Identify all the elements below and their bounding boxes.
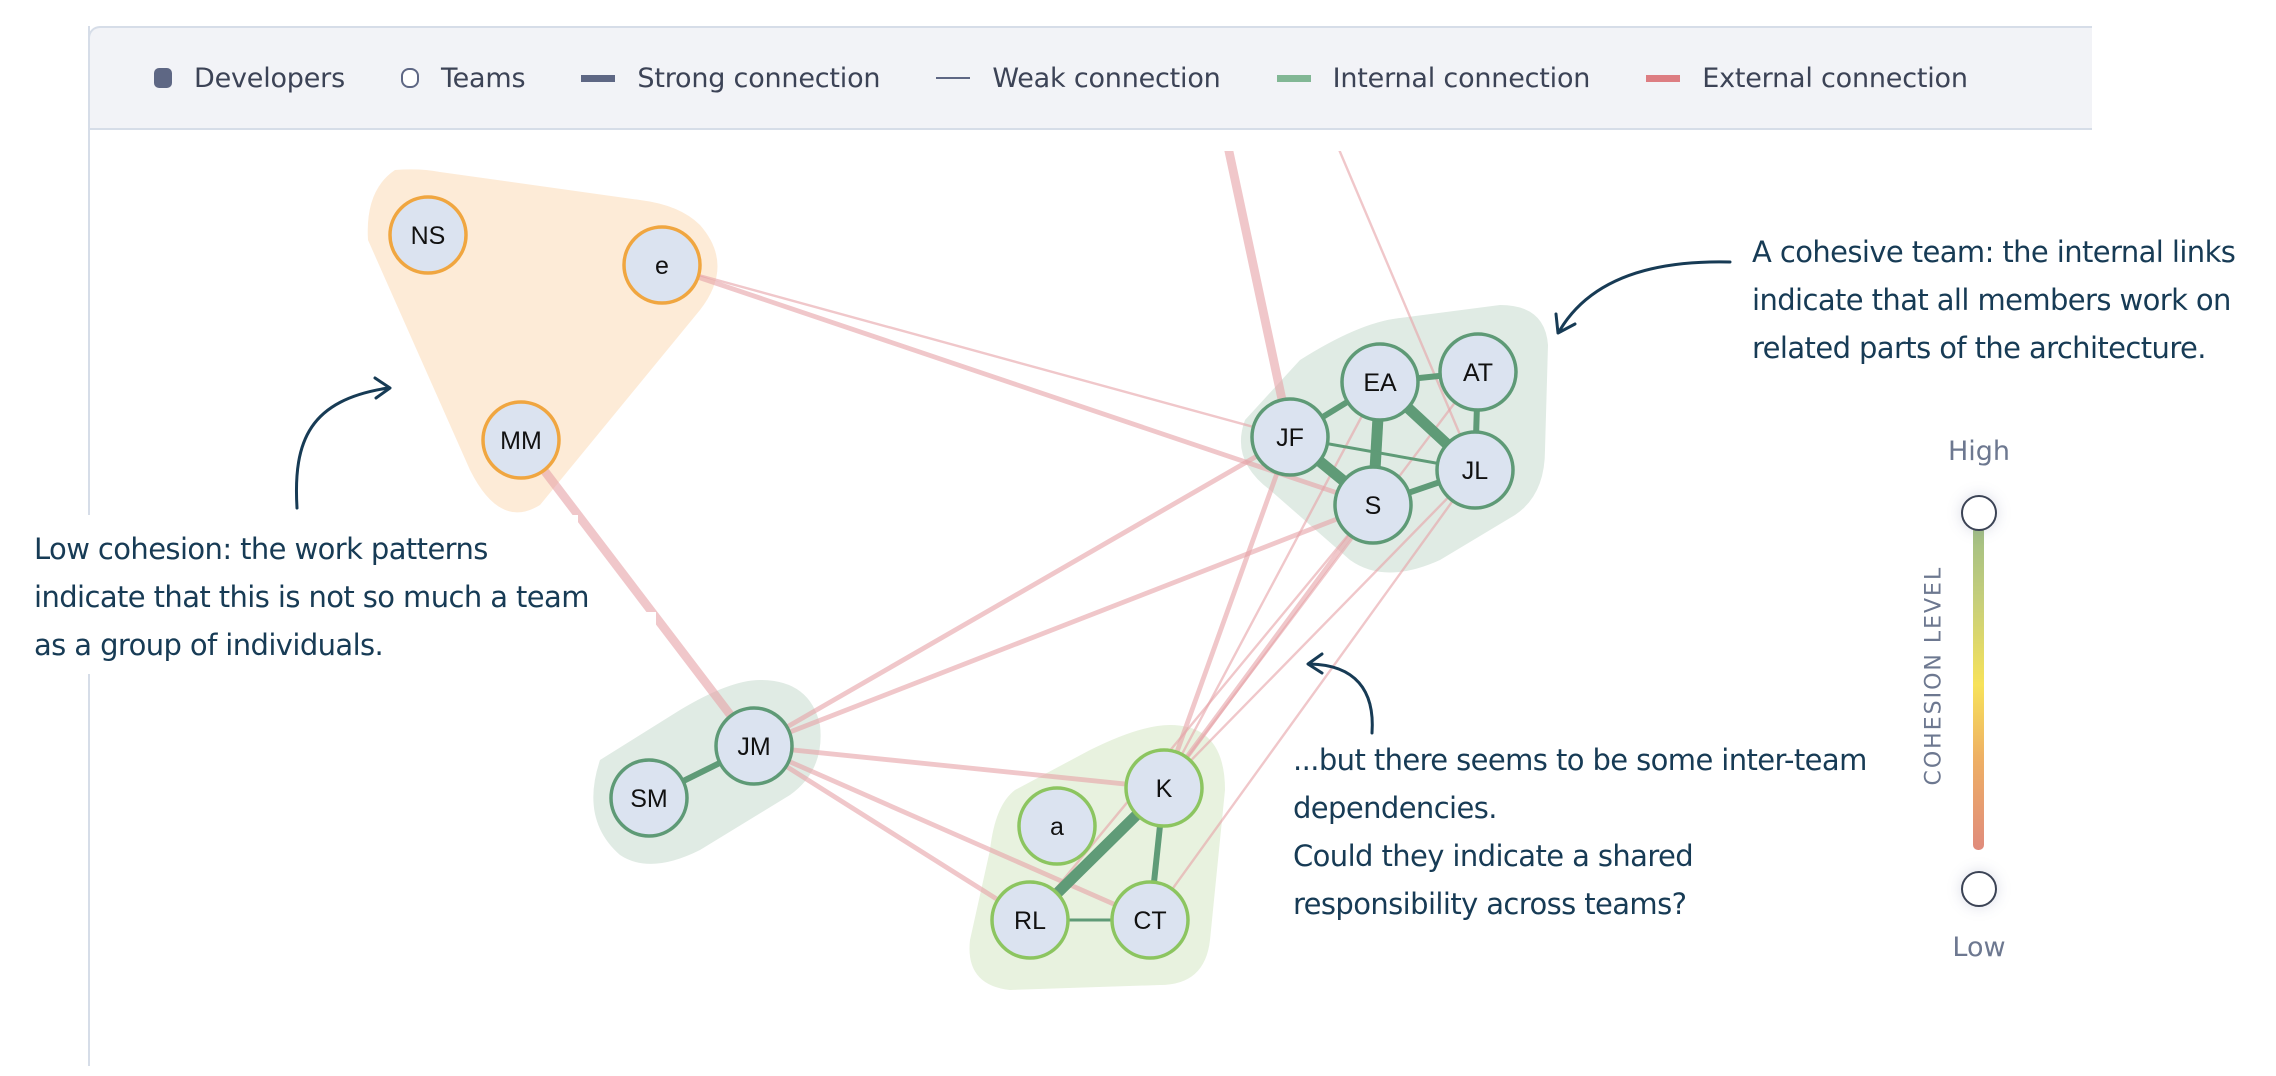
annotation-low-cohesion: Low cohesion: the work patterns indicate…	[34, 525, 589, 669]
developer-label: NS	[411, 222, 446, 250]
link-e-JF[interactable]	[661, 263, 1291, 439]
annotation-line: as a group of individuals.	[34, 628, 384, 662]
developer-node-CT[interactable]: CT	[1110, 880, 1190, 960]
developer-node-AT[interactable]: AT	[1438, 332, 1518, 412]
annotation-inter-team: ...but there seems to be some inter-team…	[1293, 736, 1867, 928]
developer-label: AT	[1463, 359, 1493, 387]
developer-label: K	[1156, 775, 1173, 803]
cohesion-gradient-bar	[1973, 520, 1984, 850]
annotation-line: dependencies.	[1293, 791, 1497, 825]
developer-node-e[interactable]: e	[622, 225, 702, 305]
developer-node-NS[interactable]: NS	[388, 195, 468, 275]
link-e-S[interactable]	[661, 262, 1374, 508]
developer-node-EA[interactable]: EA	[1340, 342, 1420, 422]
scale-high-label: High	[1947, 436, 2011, 467]
annotation-line: ...but there seems to be some inter-team	[1293, 743, 1867, 777]
developer-label: JL	[1462, 457, 1489, 485]
developer-label: S	[1365, 492, 1382, 520]
annotation-line: responsibility across teams?	[1293, 887, 1687, 921]
developer-node-JM[interactable]: JM	[714, 706, 794, 786]
link-offscreen-1-JF[interactable]	[1218, 100, 1295, 438]
annotation-line: A cohesive team: the internal links	[1752, 235, 2236, 269]
developer-label: e	[655, 252, 669, 280]
developer-node-MM[interactable]: MM	[481, 400, 561, 480]
developer-node-K[interactable]: K	[1124, 748, 1204, 828]
developer-label: JF	[1276, 424, 1304, 452]
developer-label: MM	[500, 427, 542, 455]
developer-node-RL[interactable]: RL	[990, 880, 1070, 960]
annotation-line: indicate that all members work on	[1752, 283, 2231, 317]
developer-label: JM	[737, 733, 770, 761]
annotation-line: Low cohesion: the work patterns	[34, 532, 488, 566]
developer-node-SM[interactable]: SM	[609, 758, 689, 838]
annotation-line: indicate that this is not so much a team	[34, 580, 589, 614]
link-JM-S[interactable]	[753, 502, 1374, 749]
developer-node-JL[interactable]: JL	[1435, 430, 1515, 510]
developer-label: EA	[1363, 369, 1397, 397]
scale-high-handle[interactable]	[1961, 495, 1997, 531]
developer-node-a[interactable]: a	[1017, 786, 1097, 866]
link-JM-JF[interactable]	[752, 434, 1292, 749]
annotation-cohesive-team: A cohesive team: the internal links indi…	[1752, 228, 2236, 372]
scale-low-label: Low	[1952, 932, 2006, 963]
developer-label: SM	[630, 785, 668, 813]
developer-node-S[interactable]: S	[1333, 465, 1413, 545]
developer-label: a	[1050, 813, 1064, 841]
cohesion-level-title: COHESION LEVEL	[1921, 565, 1947, 786]
developer-label: CT	[1133, 907, 1166, 935]
scale-low-handle[interactable]	[1961, 871, 1997, 907]
annotation-line: Could they indicate a shared	[1293, 839, 1694, 873]
developer-label: RL	[1014, 907, 1046, 935]
annotation-line: related parts of the architecture.	[1752, 331, 2206, 365]
developer-node-JF[interactable]: JF	[1250, 397, 1330, 477]
